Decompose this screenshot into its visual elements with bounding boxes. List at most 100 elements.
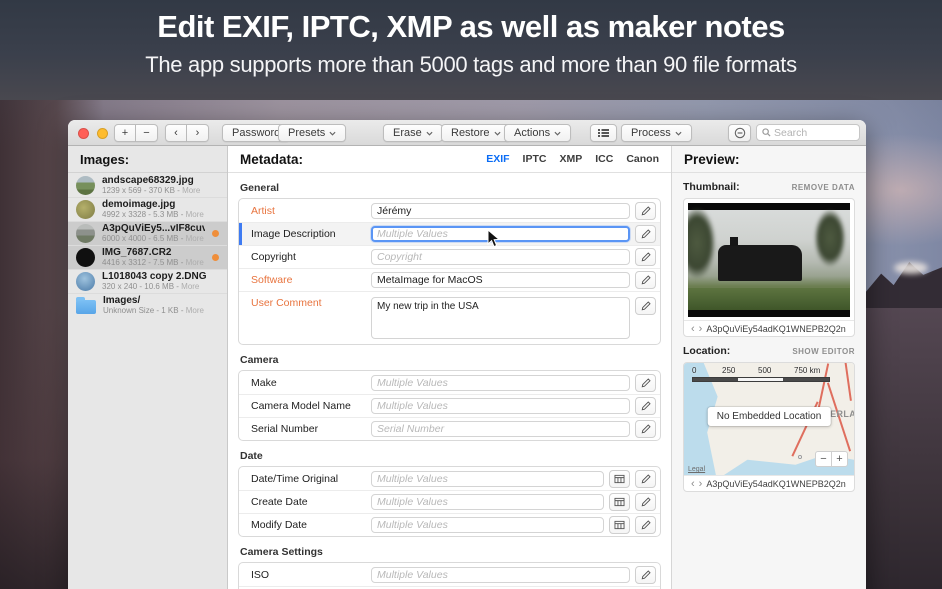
field-row: Camera Model Name <box>239 394 660 417</box>
list-view-button[interactable] <box>590 124 617 142</box>
remove-image-button[interactable]: − <box>136 124 158 142</box>
more-link[interactable]: More <box>182 186 200 195</box>
edit-pencil-button[interactable] <box>635 248 656 266</box>
tab-icc[interactable]: ICC <box>595 153 613 165</box>
more-link[interactable]: More <box>186 210 204 219</box>
edit-pencil-button[interactable] <box>635 202 656 220</box>
more-link[interactable]: More <box>181 282 199 291</box>
back-button[interactable]: ‹ <box>165 124 187 142</box>
pencil-icon <box>641 206 651 216</box>
field-input[interactable] <box>371 398 630 414</box>
section-label: Camera Settings <box>240 546 659 558</box>
field-label: Create Date <box>251 496 371 508</box>
wallpaper-lower <box>864 308 942 589</box>
map-legal-link[interactable]: Legal <box>688 466 705 473</box>
list-item[interactable]: demoimage.jpg4992 x 3328 - 5.3 MB - More <box>68 197 227 221</box>
preview-panel: Preview: Thumbnail: REMOVE DATA <box>672 146 866 589</box>
image-list: andscape68329.jpg1239 x 569 - 370 KB - M… <box>68 173 227 317</box>
desktop: Edit EXIF, IPTC, XMP as well as maker no… <box>0 0 942 589</box>
tab-xmp[interactable]: XMP <box>559 153 582 165</box>
add-image-button[interactable]: + <box>114 124 136 142</box>
map-zoom-out-button[interactable]: − <box>815 451 832 467</box>
actions-dropdown[interactable]: Actions <box>504 124 571 142</box>
edit-pencil-button[interactable] <box>635 566 656 584</box>
photo-grass <box>688 288 850 310</box>
image-meta: Unknown Size - 1 KB - More <box>103 306 204 316</box>
calendar-button[interactable] <box>609 493 630 511</box>
field-input[interactable] <box>371 249 630 265</box>
list-item[interactable]: L1018043 copy 2.DNG320 x 240 - 10.6 MB -… <box>68 269 227 293</box>
tab-canon[interactable]: Canon <box>626 153 659 165</box>
location-label: Location: <box>683 345 730 357</box>
presets-dropdown[interactable]: Presets <box>278 124 346 142</box>
field-input[interactable] <box>371 567 630 583</box>
field-input[interactable] <box>371 471 604 487</box>
field-row: User Comment <box>239 291 660 344</box>
calendar-icon <box>614 520 625 530</box>
field-row: Copyright <box>239 245 660 268</box>
list-item[interactable]: IMG_7687.CR24416 x 3312 - 7.5 MB - More <box>68 245 227 269</box>
field-label: Copyright <box>251 251 371 263</box>
list-item[interactable]: A3pQuViEy5...vIF8cuvA..JPG6000 x 4000 - … <box>68 221 227 245</box>
search-input[interactable] <box>774 127 854 139</box>
erase-dropdown[interactable]: Erase <box>383 124 443 142</box>
field-input[interactable] <box>371 494 604 510</box>
minimize-button[interactable] <box>97 128 108 139</box>
field-textarea[interactable] <box>371 297 630 339</box>
process-dropdown[interactable]: Process <box>621 124 692 142</box>
more-link[interactable]: More <box>186 306 204 315</box>
location-map[interactable]: SWITZERLAND 0250500750 km No Embedded Lo… <box>684 363 854 475</box>
tab-exif[interactable]: EXIF <box>486 153 509 165</box>
edit-pencil-button[interactable] <box>635 271 656 289</box>
restore-dropdown[interactable]: Restore <box>441 124 511 142</box>
field-input[interactable] <box>371 203 630 219</box>
map-zoom-in-button[interactable]: + <box>831 451 848 467</box>
image-meta: 4416 x 3312 - 7.5 MB - More <box>102 258 204 268</box>
field-input[interactable] <box>371 421 630 437</box>
field-input[interactable] <box>371 226 630 242</box>
image-name: demoimage.jpg <box>102 199 204 210</box>
image-meta: 320 x 240 - 10.6 MB - More <box>102 282 207 292</box>
pencil-icon <box>641 424 651 434</box>
circled-minus-icon <box>734 127 746 139</box>
more-link[interactable]: More <box>186 234 204 243</box>
map-city-dot <box>798 455 802 459</box>
field-label: Make <box>251 377 371 389</box>
thumbnail-filename: A3pQuViEy54adKQ1WNEPB2Q2n <box>706 324 845 334</box>
close-button[interactable] <box>78 128 89 139</box>
edit-pencil-button[interactable] <box>635 297 656 315</box>
pencil-icon <box>641 520 651 530</box>
edit-pencil-button[interactable] <box>635 225 656 243</box>
calendar-button[interactable] <box>609 470 630 488</box>
prev-image-button[interactable]: ‹ <box>691 479 695 489</box>
show-editor-link[interactable]: SHOW EDITOR <box>792 347 855 356</box>
pencil-icon <box>641 474 651 484</box>
pencil-icon <box>641 229 651 239</box>
edit-pencil-button[interactable] <box>635 516 656 534</box>
field-label: Image Description <box>251 228 371 240</box>
scale-tick: 250 <box>722 366 735 375</box>
list-item[interactable]: Images/Unknown Size - 1 KB - More <box>68 293 227 317</box>
next-image-button[interactable]: › <box>699 479 703 489</box>
image-name: L1018043 copy 2.DNG <box>102 271 207 282</box>
forward-button[interactable]: › <box>187 124 209 142</box>
prev-image-button[interactable]: ‹ <box>691 324 695 334</box>
field-input[interactable] <box>371 272 630 288</box>
edit-pencil-button[interactable] <box>635 493 656 511</box>
next-image-button[interactable]: › <box>699 324 703 334</box>
more-link[interactable]: More <box>186 258 204 267</box>
edit-pencil-button[interactable] <box>635 397 656 415</box>
remove-metadata-button[interactable] <box>728 124 751 142</box>
remove-data-link[interactable]: REMOVE DATA <box>792 183 855 192</box>
edit-pencil-button[interactable] <box>635 420 656 438</box>
field-label: Serial Number <box>251 423 371 435</box>
edit-pencil-button[interactable] <box>635 374 656 392</box>
tab-iptc[interactable]: IPTC <box>523 153 547 165</box>
calendar-button[interactable] <box>609 516 630 534</box>
field-input[interactable] <box>371 517 604 533</box>
search-field[interactable] <box>756 124 860 141</box>
edit-pencil-button[interactable] <box>635 470 656 488</box>
field-input[interactable] <box>371 375 630 391</box>
list-item[interactable]: andscape68329.jpg1239 x 569 - 370 KB - M… <box>68 173 227 197</box>
location-card: SWITZERLAND 0250500750 km No Embedded Lo… <box>683 362 855 492</box>
